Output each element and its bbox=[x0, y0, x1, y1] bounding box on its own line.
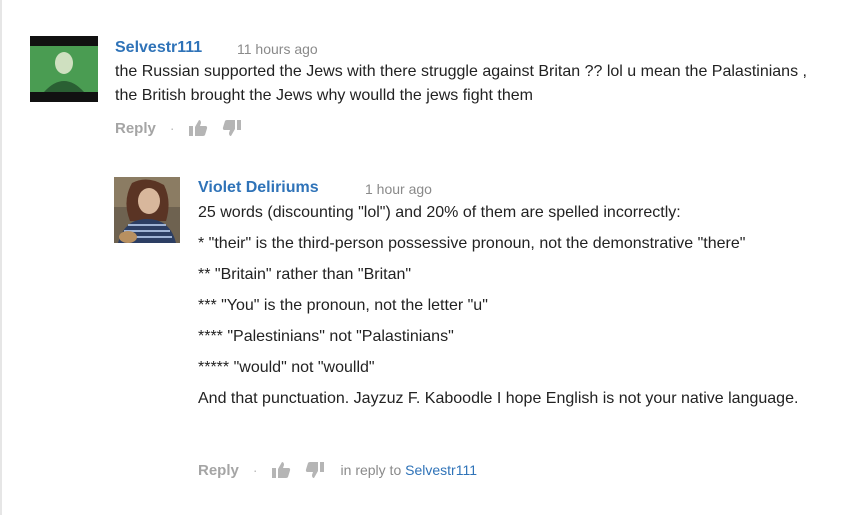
thumbs-down-icon[interactable] bbox=[222, 119, 242, 137]
thumbs-up-icon[interactable] bbox=[271, 461, 291, 479]
in-reply-to-label: in reply to bbox=[340, 462, 402, 478]
avatar[interactable] bbox=[30, 36, 98, 102]
reply-button[interactable]: Reply bbox=[198, 462, 239, 479]
in-reply-to-user-link[interactable]: Selvestr111 bbox=[405, 462, 477, 478]
separator-dot: · bbox=[252, 462, 258, 478]
comment-actions: Reply · in reply to Selvestr111 bbox=[198, 461, 477, 479]
comment-selvestr111: Selvestr111 11 hours ago the Russian sup… bbox=[0, 0, 843, 150]
comment-line: **** "Palestinians" not "Palastinians" bbox=[198, 328, 454, 345]
separator-dot: · bbox=[169, 120, 175, 136]
comment-line: *** "You" is the pronoun, not the letter… bbox=[198, 297, 488, 314]
thumbs-down-icon[interactable] bbox=[305, 461, 325, 479]
comment-line: ** "Britain" rather than "Britan" bbox=[198, 266, 412, 283]
comment-timestamp[interactable]: 1 hour ago bbox=[365, 181, 432, 197]
comment-line: 25 words (discounting "lol") and 20% of … bbox=[198, 204, 681, 221]
thumbs-up-icon[interactable] bbox=[188, 119, 208, 137]
comment-line: ***** "would" not "woulld" bbox=[198, 359, 375, 376]
comment-text: 25 words (discounting "lol") and 20% of … bbox=[198, 201, 828, 410]
comment-author[interactable]: Selvestr111 bbox=[115, 39, 202, 57]
in-reply-to: in reply to Selvestr111 bbox=[341, 462, 477, 478]
comment-author[interactable]: Violet Deliriums bbox=[198, 179, 319, 197]
reply-button[interactable]: Reply bbox=[115, 120, 156, 137]
comment-violet-deliriums: Violet Deliriums 1 hour ago 25 words (di… bbox=[0, 150, 843, 515]
comment-timestamp[interactable]: 11 hours ago bbox=[237, 41, 318, 57]
avatar[interactable] bbox=[114, 177, 180, 243]
comment-line: And that punctuation. Jayzuz F. Kaboodle… bbox=[198, 390, 799, 407]
comment-line: * "their" is the third-person possessive… bbox=[198, 235, 746, 252]
comment-actions: Reply · bbox=[115, 119, 242, 137]
comment-text: the Russian supported the Jews with ther… bbox=[115, 63, 807, 104]
